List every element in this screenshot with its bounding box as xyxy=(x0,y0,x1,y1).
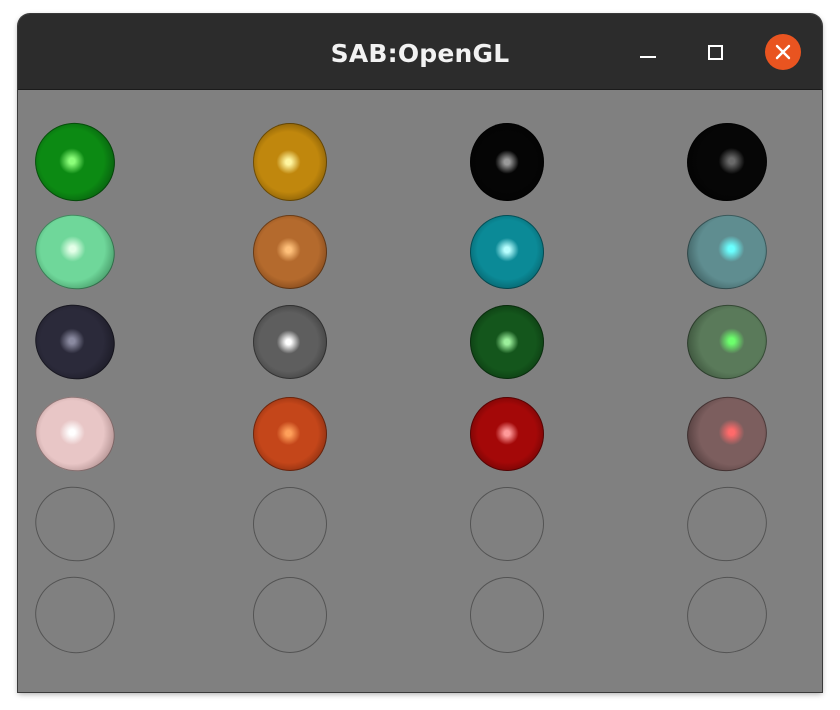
maximize-button[interactable] xyxy=(697,34,733,70)
sphere-r0-c0 xyxy=(24,112,126,212)
sphere-r4-c1 xyxy=(253,487,327,561)
sphere-r5-c1 xyxy=(253,577,327,653)
sphere-r1-c0 xyxy=(25,204,125,300)
sphere-r3-c2 xyxy=(470,397,544,471)
sphere-r0-c3 xyxy=(679,115,775,209)
sphere-r1-c3 xyxy=(680,207,774,297)
sphere-r3-c3 xyxy=(680,389,774,479)
sphere-r0-c1 xyxy=(253,123,327,201)
sphere-r2-c3 xyxy=(680,297,774,387)
sphere-r1-c1 xyxy=(253,215,327,289)
sphere-r3-c1 xyxy=(253,397,327,471)
app-window: SAB:OpenGL xyxy=(18,14,822,692)
sphere-r1-c2 xyxy=(470,215,544,289)
close-icon xyxy=(775,44,791,60)
sphere-r2-c1 xyxy=(253,305,327,379)
sphere-r5-c0 xyxy=(25,566,125,663)
sphere-r4-c0 xyxy=(26,476,125,571)
close-button[interactable] xyxy=(765,34,801,70)
sphere-r5-c3 xyxy=(680,570,774,661)
sphere-r2-c2 xyxy=(470,305,544,379)
sphere-r5-c2 xyxy=(470,577,544,653)
sphere-r4-c2 xyxy=(470,487,544,561)
minimize-button[interactable] xyxy=(630,34,666,70)
title-bar[interactable]: SAB:OpenGL xyxy=(18,14,822,90)
opengl-canvas[interactable] xyxy=(18,90,822,692)
sphere-r3-c0 xyxy=(25,386,125,482)
sphere-r0-c2 xyxy=(470,123,544,201)
sphere-r4-c3 xyxy=(680,479,774,568)
sphere-r2-c0 xyxy=(25,294,125,390)
